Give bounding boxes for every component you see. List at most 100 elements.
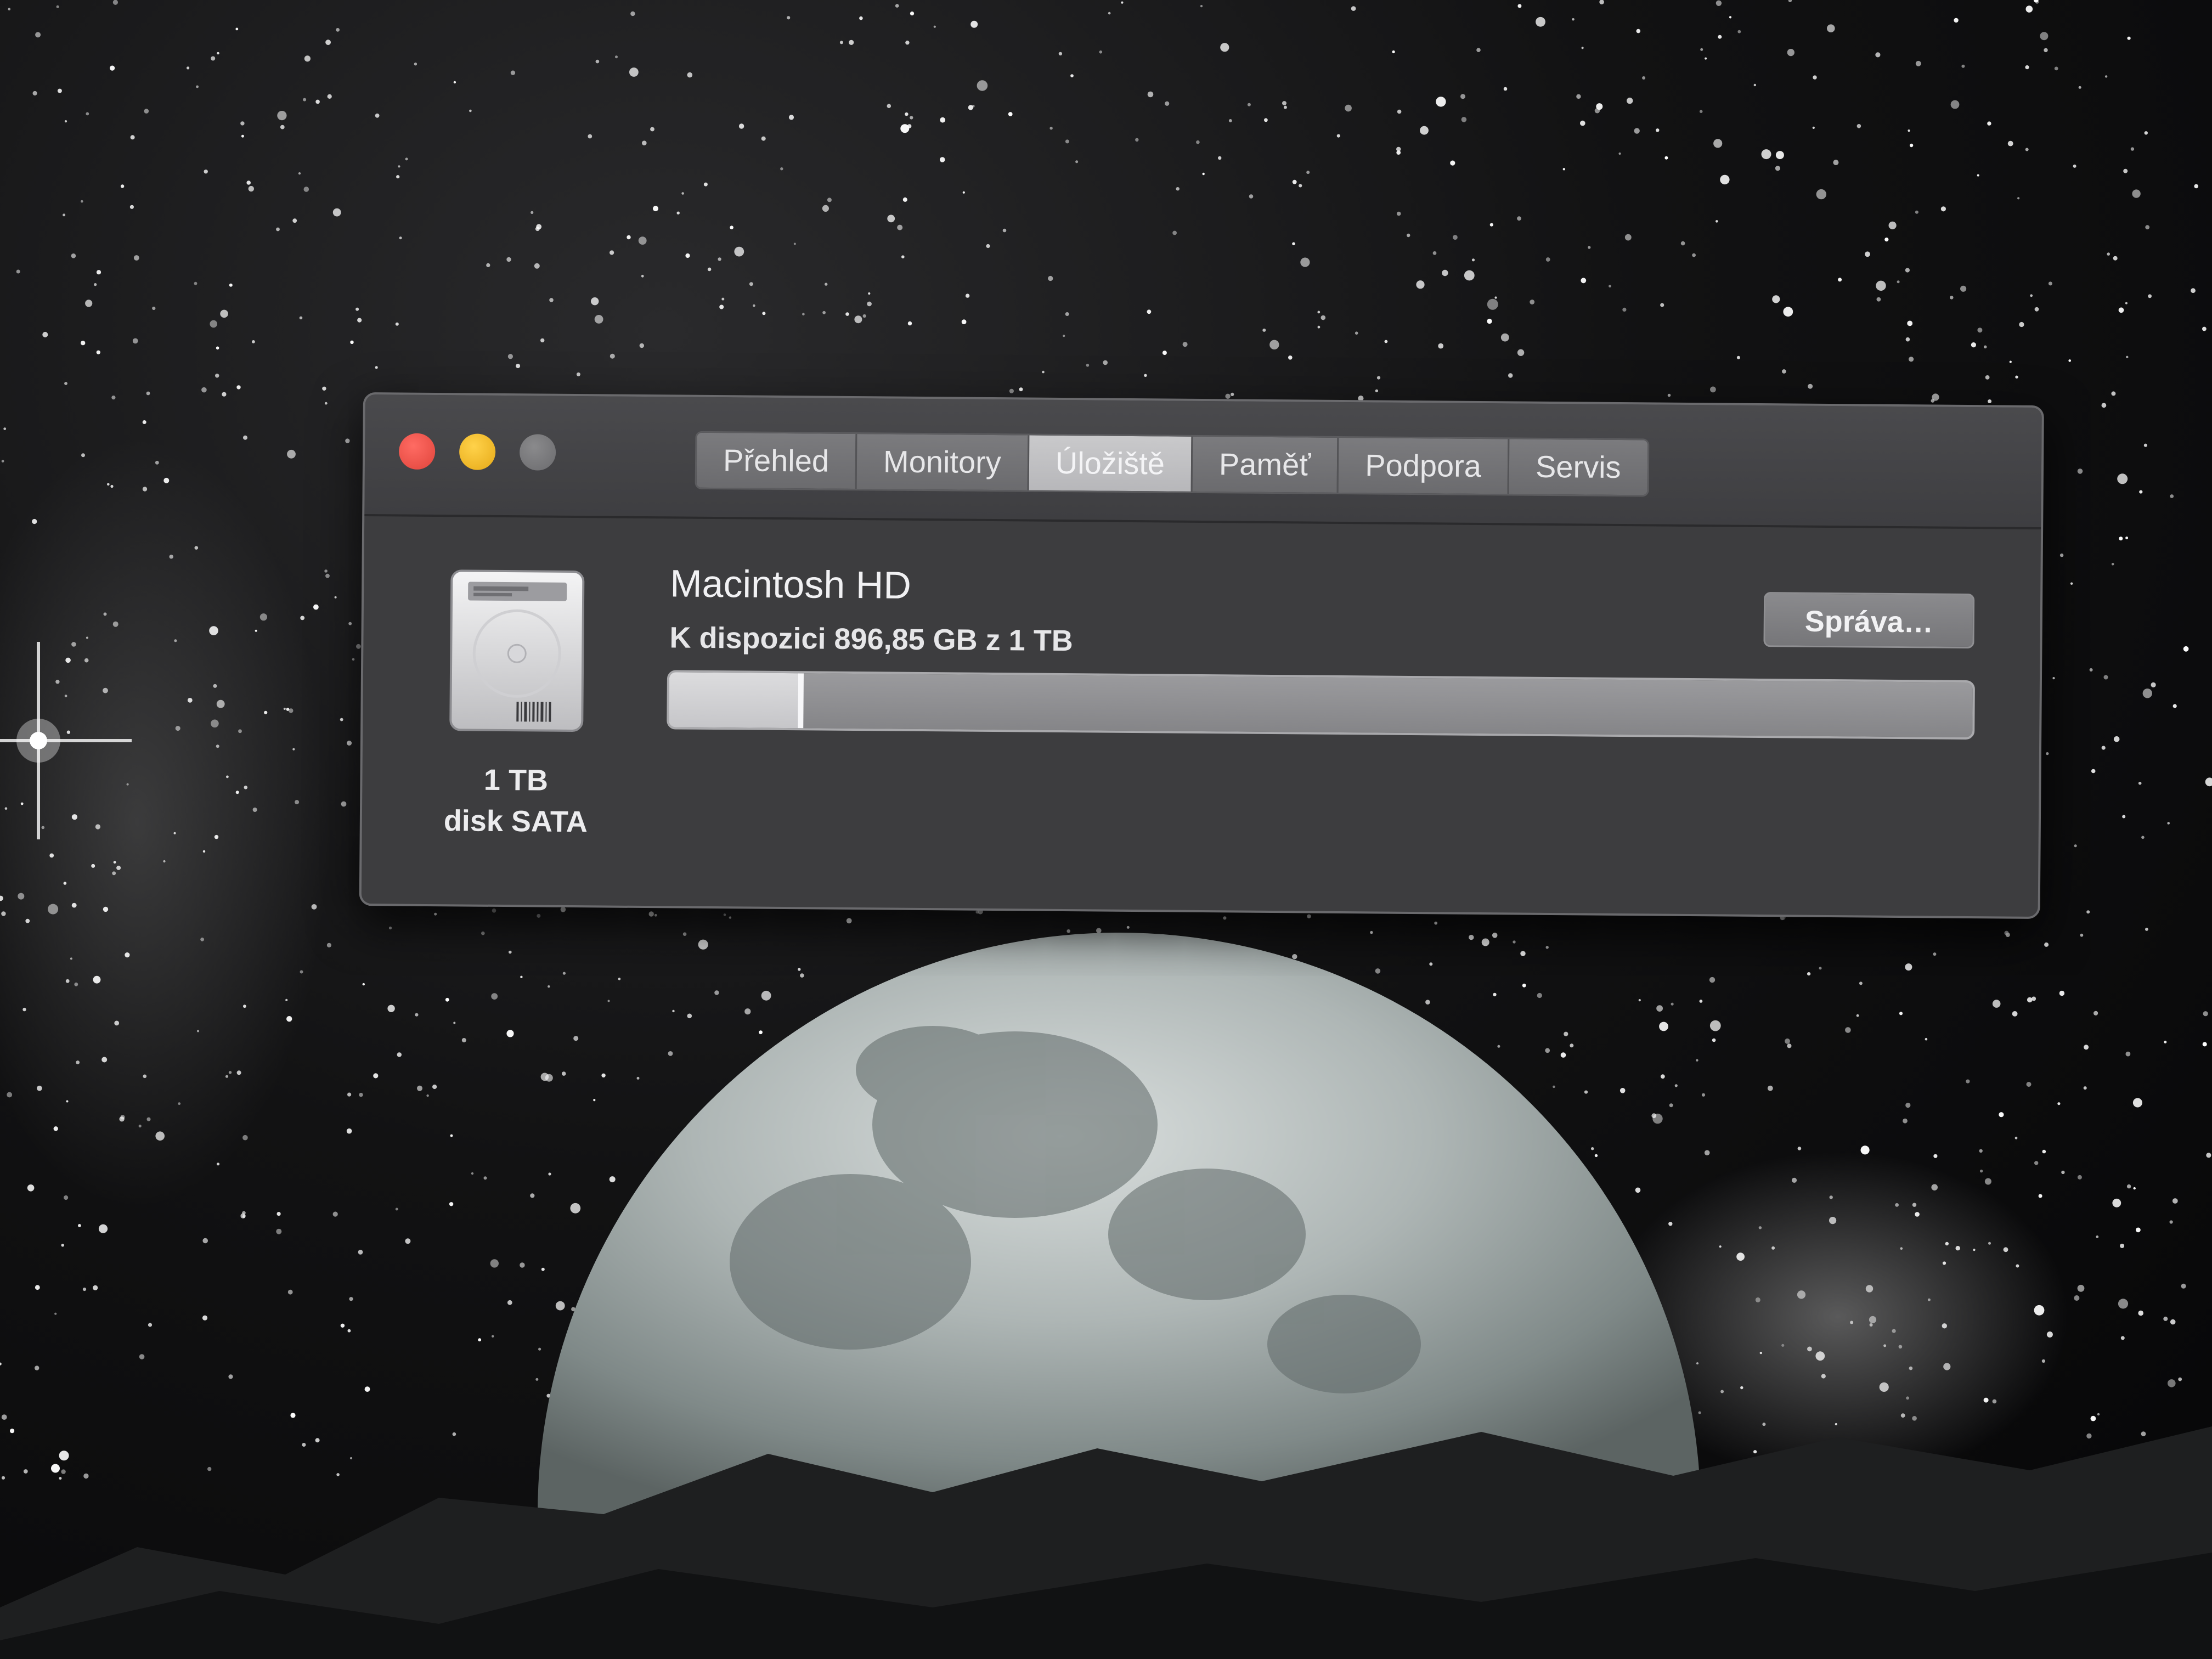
star	[220, 309, 228, 318]
star	[1709, 977, 1716, 983]
star	[490, 1259, 499, 1268]
star	[303, 187, 309, 192]
star	[2202, 326, 2207, 331]
star	[2141, 836, 2145, 839]
star	[1620, 1088, 1626, 1093]
star	[303, 98, 307, 101]
star	[340, 1323, 345, 1328]
star	[397, 1052, 402, 1057]
star	[2080, 933, 2084, 937]
star	[902, 197, 907, 202]
star	[453, 81, 456, 84]
star	[721, 297, 725, 301]
disk-size: 1 TB	[483, 763, 549, 797]
star	[1317, 311, 1321, 314]
star	[2202, 1042, 2207, 1047]
star	[236, 385, 241, 390]
star	[1712, 1038, 1716, 1042]
star	[610, 250, 614, 255]
star	[222, 392, 227, 397]
star	[469, 109, 472, 112]
about-this-mac-window[interactable]: Přehled Monitory Úložiště Paměť Podpora …	[359, 392, 2044, 919]
manage-button[interactable]: Správa…	[1763, 592, 1975, 649]
star	[1384, 340, 1388, 343]
star	[478, 1338, 482, 1342]
star	[1865, 251, 1870, 257]
star	[1761, 149, 1771, 160]
star	[2170, 1319, 2176, 1325]
star	[897, 224, 903, 230]
minimize-button[interactable]	[459, 433, 496, 470]
star	[1671, 1002, 1674, 1006]
star	[242, 1211, 246, 1215]
star	[907, 321, 912, 326]
star	[357, 318, 362, 323]
star	[1772, 295, 1780, 303]
tab-podpora[interactable]: Podpora	[1338, 437, 1510, 494]
star	[2120, 1244, 2125, 1248]
star	[1376, 376, 1381, 380]
star	[2077, 1284, 2085, 1292]
tab-bar: Přehled Monitory Úložiště Paměť Podpora …	[695, 431, 1649, 497]
star	[1813, 75, 1817, 80]
star	[1651, 1113, 1657, 1119]
star	[1553, 1085, 1555, 1088]
star	[0, 1362, 2, 1365]
star	[901, 255, 905, 259]
star	[395, 1207, 398, 1211]
star	[1783, 307, 1793, 317]
star	[540, 1073, 549, 1081]
star	[1058, 52, 1063, 56]
star	[2089, 668, 2093, 672]
tab-prehled[interactable]: Přehled	[696, 432, 857, 489]
star	[1070, 74, 1074, 78]
star	[900, 124, 910, 133]
star	[1218, 156, 1222, 160]
close-button[interactable]	[398, 433, 436, 470]
star	[1705, 57, 1707, 60]
star	[93, 1285, 98, 1290]
tab-monitory[interactable]: Monitory	[856, 434, 1030, 490]
star	[630, 11, 635, 16]
star	[42, 331, 48, 337]
star	[315, 1438, 320, 1443]
star	[1785, 1038, 1790, 1044]
star	[1063, 335, 1065, 337]
star	[2019, 321, 2024, 328]
tab-servis[interactable]: Servis	[1509, 439, 1647, 495]
star	[139, 1354, 145, 1359]
star	[313, 604, 319, 610]
star	[641, 274, 644, 278]
star	[2012, 1011, 2018, 1017]
star	[1908, 129, 1910, 132]
star	[2123, 168, 2128, 173]
star	[54, 1312, 57, 1315]
star	[341, 801, 347, 807]
star	[1375, 968, 1381, 974]
star	[1775, 151, 1784, 160]
star	[798, 968, 801, 971]
star	[1618, 153, 1621, 155]
star	[432, 1084, 437, 1090]
tab-pamet[interactable]: Paměť	[1192, 436, 1339, 493]
star	[970, 20, 978, 28]
tab-uloziste[interactable]: Úložiště	[1029, 435, 1193, 492]
star	[1638, 999, 1641, 1002]
star	[415, 1013, 419, 1017]
star	[2164, 1040, 2167, 1043]
star	[356, 307, 359, 311]
star	[1307, 914, 1311, 919]
star	[1008, 112, 1013, 116]
star	[2025, 5, 2033, 13]
star	[1812, 126, 1815, 129]
storage-usage-bar	[667, 670, 1975, 740]
star	[2030, 294, 2033, 297]
title-bar[interactable]: Přehled Monitory Úložiště Paměť Podpora …	[364, 394, 2042, 530]
star	[2070, 582, 2073, 585]
star	[1299, 184, 1302, 188]
star	[802, 313, 805, 315]
star	[57, 88, 62, 93]
star	[1634, 128, 1640, 134]
star	[1345, 104, 1352, 112]
star	[1909, 143, 1914, 148]
